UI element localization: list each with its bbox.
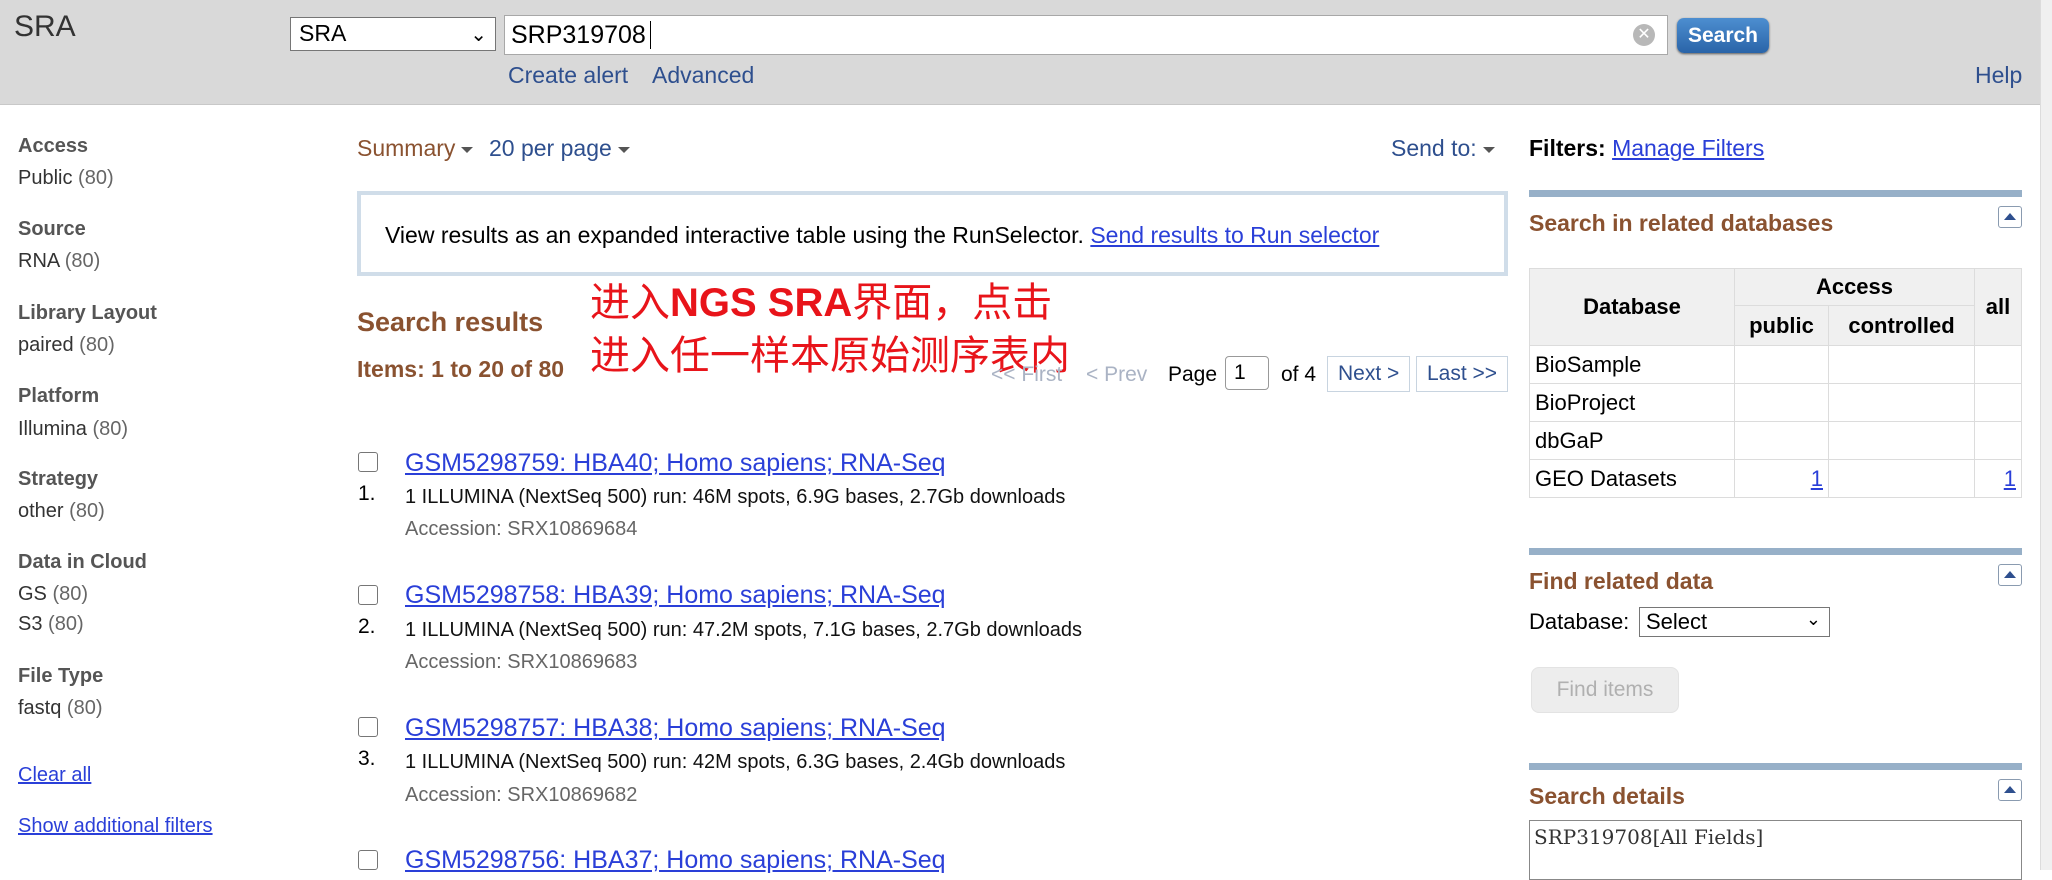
search-details-textarea[interactable]: SRP319708[All Fields]	[1529, 820, 2022, 880]
db-name: BioProject	[1529, 383, 1735, 422]
manage-filters-link[interactable]: Manage Filters	[1612, 135, 1764, 161]
record-checkbox[interactable]	[358, 585, 378, 605]
related-database-select[interactable]: Select ⌄	[1639, 607, 1830, 637]
filter-item-s3[interactable]: S3 (80)	[18, 613, 84, 636]
section-divider	[1529, 190, 2022, 197]
db-name: BioSample	[1529, 345, 1735, 384]
record-description: 1 ILLUMINA (NextSeq 500) run: 46M spots,…	[405, 486, 1066, 508]
filter-item-other[interactable]: other (80)	[18, 500, 105, 523]
clear-search-icon[interactable]: ✕	[1633, 24, 1655, 46]
record-checkbox[interactable]	[358, 452, 378, 472]
last-page-button[interactable]: Last >>	[1416, 356, 1509, 392]
page-label: Page	[1168, 363, 1218, 386]
record-title-link[interactable]: GSM5298757: HBA38; Homo sapiens; RNA-Seq	[405, 714, 946, 743]
collapse-toggle-icon[interactable]	[1998, 206, 2022, 228]
first-page-button[interactable]: << First	[991, 363, 1062, 387]
geo-public-count-link[interactable]: 1	[1811, 466, 1823, 491]
col-database: Database	[1529, 268, 1735, 346]
clear-all-link[interactable]: Clear all	[18, 764, 91, 787]
caret-down-icon	[461, 146, 474, 153]
record-title-link[interactable]: GSM5298756: HBA37; Homo sapiens; RNA-Seq	[405, 846, 946, 875]
search-results-heading: Search results	[357, 307, 544, 337]
next-page-button[interactable]: Next >	[1327, 356, 1411, 392]
search-input-value: SRP319708	[511, 21, 646, 49]
db-name: GEO Datasets	[1529, 459, 1735, 498]
record-title-link[interactable]: GSM5298759: HBA40; Homo sapiens; RNA-Seq	[405, 449, 946, 478]
record-accession: Accession: SRX10869682	[405, 784, 638, 806]
col-controlled: controlled	[1828, 305, 1975, 346]
filter-heading-platform: Platform	[18, 385, 100, 407]
record-accession: Accession: SRX10869684	[405, 518, 638, 540]
advanced-search-link[interactable]: Advanced	[652, 62, 754, 89]
col-public: public	[1734, 305, 1829, 346]
page-number-input[interactable]: 1	[1225, 356, 1269, 390]
filters-panel-header: Filters: Manage Filters	[1529, 135, 1765, 161]
col-all: all	[1974, 268, 2022, 346]
find-related-data-heading: Find related data	[1529, 568, 1714, 594]
filter-item-rna[interactable]: RNA (80)	[18, 250, 100, 273]
filter-item-paired[interactable]: paired (80)	[18, 334, 115, 357]
create-alert-link[interactable]: Create alert	[508, 62, 628, 89]
annotation-line-1: 进入NGS SRA界面，点击	[590, 280, 1053, 326]
chevron-down-icon: ⌄	[470, 24, 487, 46]
search-details-heading: Search details	[1529, 783, 1685, 809]
database-select-value: SRA	[299, 20, 347, 46]
filter-heading-file-type: File Type	[18, 665, 104, 687]
col-access: Access	[1734, 267, 1975, 307]
search-input[interactable]: SRP319708 ✕	[504, 15, 1668, 55]
collapse-toggle-icon[interactable]	[1998, 779, 2022, 801]
filter-heading-data-in-cloud: Data in Cloud	[18, 551, 147, 573]
filter-item-fastq[interactable]: fastq (80)	[18, 697, 103, 720]
record-title-link[interactable]: GSM5298758: HBA39; Homo sapiens; RNA-Seq	[405, 581, 946, 610]
per-page-menu[interactable]: 20 per page	[489, 135, 630, 162]
filter-item-gs[interactable]: GS (80)	[18, 583, 88, 606]
items-range: Items: 1 to 20 of 80	[357, 356, 565, 382]
caret-down-icon	[617, 146, 630, 153]
send-to-run-selector-link[interactable]: Send results to Run selector	[1090, 222, 1379, 248]
record-checkbox[interactable]	[358, 717, 378, 737]
record-description: 1 ILLUMINA (NextSeq 500) run: 47.2M spot…	[405, 619, 1083, 641]
filter-heading-strategy: Strategy	[18, 468, 99, 490]
record-number: 2.	[358, 615, 376, 638]
caret-down-icon	[1482, 146, 1495, 153]
search-button[interactable]: Search	[1677, 18, 1769, 53]
record-number: 1.	[358, 482, 376, 505]
vertical-scrollbar[interactable]	[2040, 0, 2052, 870]
send-to-menu[interactable]: Send to:	[1391, 135, 1495, 162]
page-count: of 4	[1281, 363, 1317, 386]
find-items-button[interactable]: Find items	[1531, 667, 1679, 713]
sra-logo[interactable]: SRA	[14, 10, 76, 44]
related-databases-heading: Search in related databases	[1529, 210, 1834, 236]
prev-page-button[interactable]: < Prev	[1086, 363, 1147, 387]
filter-heading-source: Source	[18, 218, 86, 240]
related-databases-table: Database Access all public controlled Bi…	[1529, 267, 2022, 498]
record-checkbox[interactable]	[358, 850, 378, 870]
run-selector-box: View results as an expanded interactive …	[357, 191, 1508, 276]
section-divider	[1529, 763, 2022, 770]
filter-heading-access: Access	[18, 135, 89, 157]
db-name: dbGaP	[1529, 421, 1735, 460]
database-label: Database:	[1529, 609, 1630, 634]
section-divider	[1529, 548, 2022, 555]
collapse-toggle-icon[interactable]	[1998, 564, 2022, 586]
chevron-down-icon: ⌄	[1805, 609, 1821, 629]
database-select[interactable]: SRA ⌄	[290, 17, 496, 51]
filter-item-public[interactable]: Public (80)	[18, 167, 114, 190]
filter-item-illumina[interactable]: Illumina (80)	[18, 418, 128, 441]
run-selector-message: View results as an expanded interactive …	[385, 222, 1380, 248]
record-number: 3.	[358, 747, 376, 770]
geo-all-count-link[interactable]: 1	[2004, 466, 2016, 491]
help-link[interactable]: Help	[1975, 62, 2022, 89]
show-additional-filters-link[interactable]: Show additional filters	[18, 815, 213, 838]
record-description: 1 ILLUMINA (NextSeq 500) run: 42M spots,…	[405, 751, 1066, 773]
filter-heading-library-layout: Library Layout	[18, 302, 157, 324]
summary-format-menu[interactable]: Summary	[357, 135, 474, 162]
record-accession: Accession: SRX10869683	[405, 651, 638, 673]
